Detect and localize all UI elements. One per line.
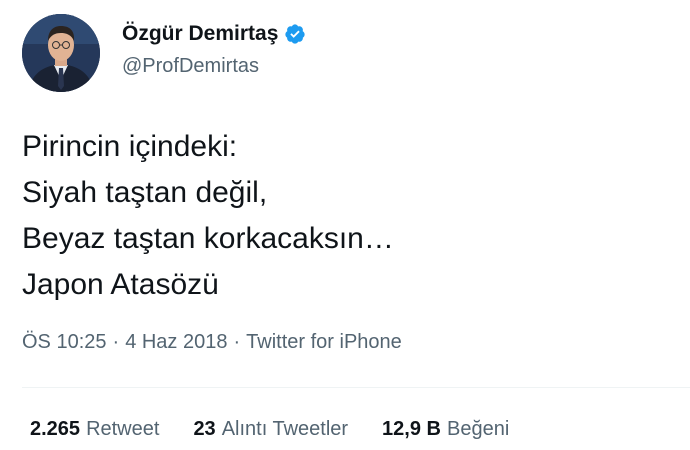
likes-label: Beğeni (446, 418, 510, 440)
author-handle[interactable]: @ProfDemirtas (122, 55, 259, 78)
tweet-meta: ÖS 10:25 · 4 Haz 2018 · Twitter for iPho… (22, 331, 402, 354)
retweets-count: 2.265 (30, 418, 81, 440)
tweet-stats: 2.265 Retweet 23 Alıntı Tweetler 12,9 B Beğ… (30, 418, 509, 441)
tweet-time-link[interactable]: ÖS 10:25 (22, 331, 107, 354)
meta-separator: · (112, 331, 120, 353)
tweet-line: Siyah taştan değil, (22, 176, 268, 209)
profile-photo (22, 14, 100, 92)
avatar[interactable] (22, 14, 100, 92)
retweets-label: Retweet (86, 418, 160, 440)
quotes-label: Alıntı Tweetler (221, 418, 349, 440)
tweet-source-link[interactable]: Twitter for iPhone (246, 331, 402, 354)
quote-tweets-stat[interactable]: 23 Alıntı Tweetler (193, 418, 348, 441)
tweet-line: Beyaz taştan korkacaksın… (22, 222, 394, 255)
tweet-text: Pirincin içindeki: Siyah taştan değil, B… (22, 124, 394, 308)
likes-count: 12,9 B (382, 418, 441, 440)
retweets-stat[interactable]: 2.265 Retweet (30, 418, 159, 441)
likes-stat[interactable]: 12,9 B Beğeni (382, 418, 509, 441)
author-name-row[interactable]: Özgür Demirtaş (122, 22, 306, 46)
meta-separator: · (233, 331, 241, 353)
tweet-line: Pirincin içindeki: (22, 130, 238, 163)
divider (22, 387, 690, 388)
tweet-line: Japon Atasözü (22, 268, 219, 301)
quotes-count: 23 (193, 418, 216, 440)
author-name[interactable]: Özgür Demirtaş (122, 22, 278, 46)
tweet-date-link[interactable]: 4 Haz 2018 (125, 331, 227, 354)
verified-badge-icon (285, 24, 305, 44)
